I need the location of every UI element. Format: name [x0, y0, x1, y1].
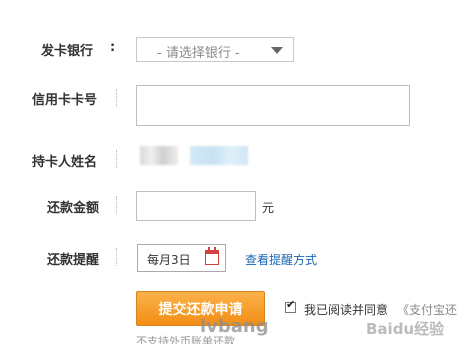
label-divider — [116, 196, 117, 214]
label-divider — [116, 89, 117, 107]
bank-label-colon: : — [110, 40, 116, 55]
view-reminder-methods-link[interactable]: 查看提醒方式 — [245, 251, 317, 268]
bank-select-value: - 请选择银行 - — [157, 46, 240, 61]
reminder-date-picker[interactable]: 每月3日 — [137, 244, 226, 272]
card-number-label: 信用卡卡号 — [32, 93, 98, 108]
holder-name-redacted — [140, 146, 178, 165]
agree-checkbox[interactable]: ✔ — [285, 298, 296, 313]
watermark-baidu: Baidu经验 — [366, 320, 445, 338]
repayment-form-page: 发卡银行 : - 请选择银行 - 信用卡卡号 持卡人姓名 还款金额 元 还款提醒… — [0, 0, 457, 344]
calendar-icon[interactable] — [205, 247, 219, 265]
checkmark-icon: ✔ — [286, 298, 296, 311]
label-divider — [116, 248, 117, 266]
amount-unit: 元 — [262, 201, 275, 215]
reminder-date-value: 每月3日 — [147, 253, 191, 267]
holder-name-label: 持卡人姓名 — [32, 155, 98, 170]
holder-name-redacted — [190, 146, 248, 165]
bank-label: 发卡银行 — [41, 44, 94, 59]
card-number-input[interactable] — [136, 85, 410, 126]
agreement-link[interactable]: 《支付宝还款 — [397, 301, 457, 318]
amount-input[interactable] — [136, 191, 256, 221]
bank-select[interactable]: - 请选择银行 - — [136, 37, 294, 62]
amount-label: 还款金额 — [47, 201, 100, 216]
reminder-label: 还款提醒 — [47, 253, 100, 268]
watermark-lvbang: lvbang — [200, 316, 269, 337]
agree-text: 我已阅读并同意 — [304, 303, 389, 317]
label-divider — [116, 150, 117, 168]
chevron-down-icon — [271, 47, 283, 54]
